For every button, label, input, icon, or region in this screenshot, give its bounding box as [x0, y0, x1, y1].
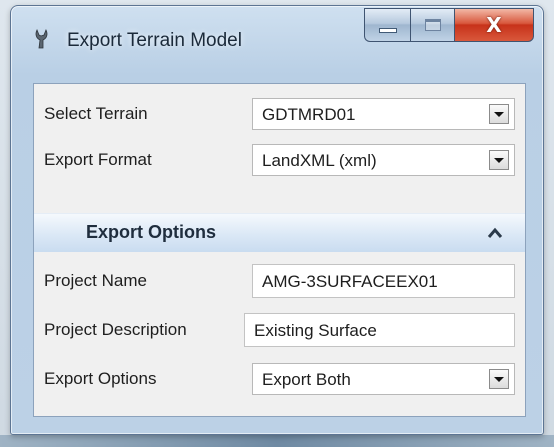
- maximize-icon: [424, 19, 441, 31]
- export-options-value: Export Both: [262, 370, 351, 389]
- project-name-row: Project Name AMG-3SURFACEEX01: [34, 262, 525, 300]
- project-description-value: Existing Surface: [254, 321, 377, 340]
- select-terrain-row: Select Terrain GDTMRD01: [34, 95, 525, 133]
- export-format-dropdown-button[interactable]: [489, 150, 509, 170]
- close-button[interactable]: X: [454, 8, 534, 42]
- select-terrain-dropdown[interactable]: GDTMRD01: [252, 98, 515, 130]
- chevron-down-icon: [494, 111, 504, 117]
- dialog-content: Select Terrain GDTMRD01 Export Format La…: [33, 83, 526, 417]
- chevron-up-icon[interactable]: [487, 227, 503, 239]
- project-description-row: Project Description Existing Surface: [34, 311, 525, 349]
- export-options-section-title: Export Options: [86, 222, 216, 242]
- export-options-label: Export Options: [44, 369, 157, 388]
- export-format-label: Export Format: [44, 150, 152, 169]
- export-options-row: Export Options Export Both: [34, 360, 525, 398]
- minimize-button[interactable]: [364, 8, 410, 42]
- chevron-down-icon: [494, 376, 504, 382]
- export-options-dropdown[interactable]: Export Both: [252, 363, 515, 395]
- project-description-input[interactable]: Existing Surface: [244, 313, 515, 347]
- export-format-value: LandXML (xml): [262, 151, 377, 170]
- select-terrain-dropdown-button[interactable]: [489, 104, 509, 124]
- project-description-label: Project Description: [44, 320, 187, 339]
- select-terrain-label: Select Terrain: [44, 104, 148, 123]
- caption-buttons: X: [364, 8, 534, 44]
- export-options-section-header[interactable]: Export Options: [34, 213, 525, 252]
- export-format-dropdown[interactable]: LandXML (xml): [252, 144, 515, 176]
- maximize-button[interactable]: [410, 8, 454, 42]
- export-options-dropdown-button[interactable]: [489, 369, 509, 389]
- export-terrain-model-dialog: Export Terrain Model X Select Terrain GD…: [10, 5, 544, 435]
- select-terrain-value: GDTMRD01: [262, 105, 356, 124]
- window-title: Export Terrain Model: [67, 30, 242, 51]
- chevron-down-icon: [494, 157, 504, 163]
- project-name-input[interactable]: AMG-3SURFACEEX01: [252, 264, 515, 298]
- project-name-label: Project Name: [44, 271, 147, 290]
- title-bar[interactable]: Export Terrain Model X: [11, 6, 543, 66]
- terrain-app-icon: [35, 29, 48, 49]
- project-name-value: AMG-3SURFACEEX01: [262, 272, 438, 291]
- minimize-icon: [378, 27, 397, 33]
- export-format-row: Export Format LandXML (xml): [34, 141, 525, 179]
- taskbar-strip: [0, 435, 554, 447]
- close-icon: X: [486, 13, 502, 37]
